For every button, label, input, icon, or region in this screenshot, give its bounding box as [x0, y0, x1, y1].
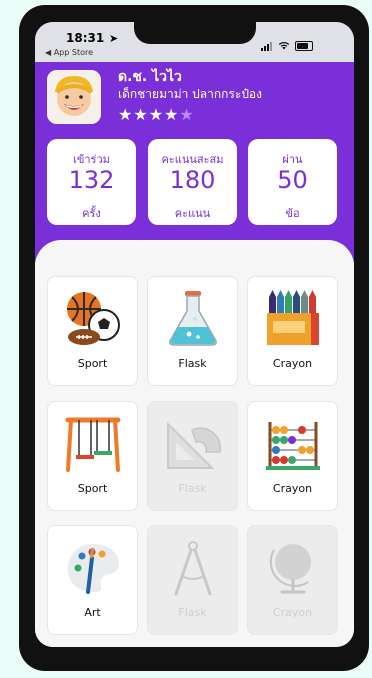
- back-to-app-store-link[interactable]: ◀ App Store: [45, 48, 93, 57]
- tile-flask-locked-2[interactable]: Flask: [147, 525, 238, 635]
- art-palette-icon: [67, 544, 119, 594]
- status-icons: [261, 36, 313, 55]
- tile-crayon-locked[interactable]: Crayon: [247, 525, 338, 635]
- tile-label: Crayon: [272, 606, 313, 619]
- sport-balls-icon: [67, 292, 120, 345]
- status-time: 18:31: [66, 31, 105, 45]
- star-icon: ★: [148, 105, 165, 124]
- globe-icon: [269, 544, 311, 594]
- category-grid: Sport Flask Crayon Sport Flask Crayon Ar…: [35, 240, 354, 647]
- stat-card-attendance: เข้าร่วม 132 ครั้ง: [47, 139, 136, 225]
- tile-label: Crayon: [272, 482, 313, 495]
- stat-value: 180: [169, 166, 216, 194]
- stat-value: 50: [277, 166, 308, 194]
- signal-icon: [261, 36, 273, 55]
- tile-crayon[interactable]: Crayon: [247, 276, 338, 386]
- stat-unit: ข้อ: [285, 207, 300, 220]
- stat-card-points: คะแนนสะสม 180 คะแนน: [148, 139, 237, 225]
- star-icon: ★: [133, 105, 149, 124]
- set-square-icon: [167, 421, 222, 469]
- tile-art[interactable]: Art: [47, 525, 138, 635]
- stat-card-passed: ผ่าน 50 ข้อ: [248, 139, 337, 225]
- profile-subtitle: เด็กชายมาม่า ปลากกระป๋อง: [118, 87, 262, 101]
- rating-stars: ★★★★★: [118, 105, 195, 124]
- tile-label: Crayon: [272, 357, 313, 370]
- child-photo-icon: [47, 70, 101, 124]
- tile-label: Flask: [178, 606, 207, 619]
- star-icon: ★: [164, 105, 180, 124]
- stat-unit: คะแนน: [174, 207, 211, 220]
- abacus-icon: [266, 422, 320, 470]
- location-arrow-icon: ➤: [109, 32, 119, 45]
- tile-sport-2[interactable]: Sport: [47, 401, 138, 511]
- crayon-box-icon: [267, 290, 319, 345]
- tile-flask-locked[interactable]: Flask: [147, 401, 238, 511]
- tile-label: Sport: [77, 357, 108, 370]
- app-screen: 18:31 ➤ ◀ App Store ด.ช. ไวไว เด็กชายมาม…: [35, 22, 354, 647]
- star-icon: ★: [118, 105, 134, 124]
- star-empty-icon: ★: [179, 105, 195, 124]
- compass-icon: [174, 541, 212, 596]
- tile-label: Sport: [77, 482, 108, 495]
- stat-unit: ครั้ง: [82, 207, 101, 220]
- tile-flask[interactable]: Flask: [147, 276, 238, 386]
- swing-icon: [65, 417, 121, 472]
- battery-icon: [295, 40, 313, 51]
- stat-value: 132: [68, 166, 115, 194]
- phone-notch: [134, 22, 256, 44]
- tile-crayon-2[interactable]: Crayon: [247, 401, 338, 511]
- avatar[interactable]: [47, 70, 101, 124]
- tile-label: Flask: [178, 357, 207, 370]
- wifi-icon: [278, 42, 290, 50]
- tile-label: Flask: [178, 482, 207, 495]
- flask-icon: [169, 291, 217, 346]
- tile-sport[interactable]: Sport: [47, 276, 138, 386]
- tile-label: Art: [84, 606, 101, 619]
